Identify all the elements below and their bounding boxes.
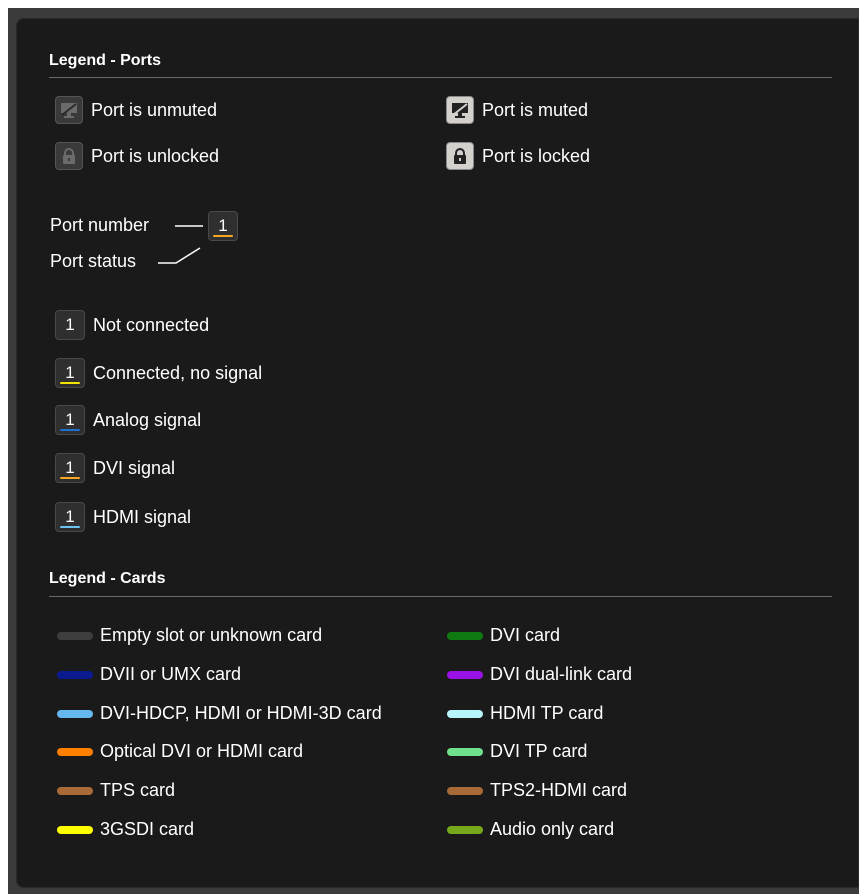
legend-label: Port is locked [482,145,591,166]
card-label: Empty slot or unknown card [100,625,323,645]
port-button: 1 [55,310,85,340]
status-label: Not connected [93,314,210,335]
card-label: Audio only card [490,819,615,839]
card-legend-item: DVII or UMX card [57,664,241,685]
legend-port-unlocked: Port is unlocked [55,142,219,170]
card-legend-item: Empty slot or unknown card [57,625,322,646]
card-label: Optical DVI or HDMI card [100,741,304,761]
card-label: TPS card [100,780,176,800]
status-connected-no-signal: 1 Connected, no signal [55,358,262,388]
status-label: Analog signal [93,409,202,430]
card-legend-item: DVI card [447,625,560,646]
padlock-icon [446,142,474,170]
port-button: 1 [55,502,85,532]
card-color-swatch [57,747,93,756]
padlock-icon [55,142,83,170]
card-legend-item: DVI TP card [447,741,587,762]
card-label: TPS2-HDMI card [490,780,628,800]
card-label: HDMI TP card [490,703,604,723]
status-label: HDMI signal [93,506,192,527]
card-color-swatch [57,709,93,718]
port-diagram-example: 1 [208,211,238,241]
port-status-bar [60,477,80,479]
card-legend-item: TPS card [57,780,175,801]
card-color-swatch [447,786,483,795]
port-status-bar [60,526,80,528]
card-legend-item: 3GSDI card [57,819,194,840]
card-legend-item: Optical DVI or HDMI card [57,741,303,762]
legend-port-unmuted: Port is unmuted [55,96,217,124]
card-color-swatch [447,709,483,718]
port-number-annotation: Port number [50,215,150,235]
cards-divider [49,596,832,597]
card-color-swatch [57,786,93,795]
card-color-swatch [447,631,483,640]
card-color-swatch [57,631,93,640]
card-label: DVI TP card [490,741,588,761]
cards-legend-heading: Legend - Cards [49,570,166,587]
status-hdmi-signal: 1 HDMI signal [55,502,191,532]
monitor-mute-icon [446,96,474,124]
port-button: 1 [208,211,238,241]
port-number: 1 [65,410,75,429]
legend-label: Port is unlocked [91,145,220,166]
card-label: 3GSDI card [100,819,195,839]
status-label: DVI signal [93,457,176,478]
card-label: DVI-HDCP, HDMI or HDMI-3D card [100,703,382,723]
port-number: 1 [65,458,75,477]
port-button: 1 [55,405,85,435]
legend-port-muted: Port is muted [446,96,588,124]
port-button: 1 [55,453,85,483]
card-label: DVII or UMX card [100,664,242,684]
card-label: DVI dual-link card [490,664,633,684]
port-number: 1 [218,216,228,235]
ports-legend-heading: Legend - Ports [49,52,162,69]
ports-divider [49,77,832,78]
legend-port-locked: Port is locked [446,142,590,170]
card-legend-item: DVI-HDCP, HDMI or HDMI-3D card [57,703,382,724]
port-status-bar [60,382,80,384]
status-not-connected: 1 Not connected [55,310,209,340]
card-legend-item: HDMI TP card [447,703,603,724]
port-status-annotation: Port status [50,251,137,271]
port-number: 1 [65,315,75,334]
status-label: Connected, no signal [93,362,263,383]
card-color-swatch [57,670,93,679]
legend-label: Port is muted [482,99,589,120]
card-label: DVI card [490,625,561,645]
card-legend-item: Audio only card [447,819,614,840]
card-color-swatch [57,825,93,834]
port-status-bar [60,334,80,336]
port-button: 1 [55,358,85,388]
status-dvi-signal: 1 DVI signal [55,453,175,483]
card-color-swatch [447,670,483,679]
port-number: 1 [65,363,75,382]
port-status-bar [213,235,233,237]
card-legend-item: TPS2-HDMI card [447,780,627,801]
status-analog-signal: 1 Analog signal [55,405,201,435]
card-color-swatch [447,825,483,834]
port-number: 1 [65,507,75,526]
card-legend-item: DVI dual-link card [447,664,632,685]
legend-label: Port is unmuted [91,99,218,120]
card-color-swatch [447,747,483,756]
port-status-bar [60,429,80,431]
monitor-mute-icon [55,96,83,124]
